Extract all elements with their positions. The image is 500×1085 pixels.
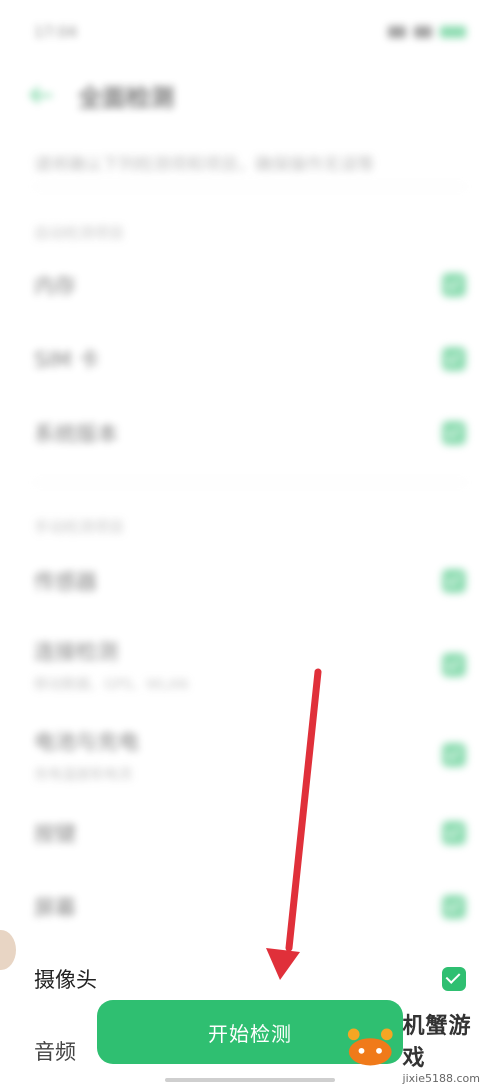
checkbox-icon[interactable] — [442, 569, 466, 593]
watermark: 机蟹游戏 jixie5188.com — [344, 1014, 492, 1085]
section-label-auto: 自动检测项目 — [34, 224, 125, 242]
status-icons — [388, 26, 466, 38]
list-item-camera[interactable]: 摄像头 — [34, 964, 466, 994]
checkbox-icon[interactable] — [442, 967, 466, 991]
list-item[interactable]: 连接检测 移动数据、GPS、WLAN — [34, 636, 466, 694]
list-item[interactable]: 电池与充电 充电温度和电流 — [34, 726, 466, 784]
item-label: 传感器 — [34, 570, 97, 594]
checkbox-icon[interactable] — [442, 653, 466, 677]
floating-avatar[interactable] — [0, 930, 16, 970]
watermark-title: 机蟹游戏 — [402, 1013, 472, 1071]
item-label: 电池与充电 — [34, 730, 139, 754]
battery-icon — [440, 26, 466, 38]
checkbox-icon[interactable] — [442, 743, 466, 767]
status-time: 17:04 — [34, 23, 78, 41]
audio-label: 音频 — [34, 1040, 76, 1064]
item-label: 按键 — [34, 822, 76, 846]
page-title: 全面检测 — [78, 83, 174, 112]
back-arrow-icon[interactable] — [34, 93, 52, 97]
item-label: 内存 — [34, 274, 76, 298]
description: 请将确认下列检测项和项目，确保操作无误等 — [34, 155, 374, 175]
checkbox-icon[interactable] — [442, 347, 466, 371]
item-label: 系统版本 — [34, 422, 118, 446]
list-item[interactable]: SIM 卡 — [34, 344, 466, 374]
item-label: 屏幕 — [34, 896, 76, 920]
watermark-url: jixie5188.com — [402, 1071, 480, 1085]
item-sublabel: 充电温度和电流 — [34, 767, 132, 783]
divider — [34, 482, 466, 483]
item-label: 连接检测 — [34, 640, 118, 664]
header: 全面检测 — [34, 80, 174, 112]
crab-logo-icon — [347, 1028, 393, 1066]
checkbox-icon[interactable] — [442, 821, 466, 845]
wifi-icon — [414, 26, 432, 38]
list-item[interactable]: 内存 — [34, 270, 466, 300]
list-item[interactable]: 按键 — [34, 818, 466, 848]
camera-label: 摄像头 — [34, 968, 97, 992]
checkbox-icon[interactable] — [442, 895, 466, 919]
section-label-manual: 手动检测项目 — [34, 518, 125, 536]
checkbox-icon[interactable] — [442, 421, 466, 445]
checkbox-icon[interactable] — [442, 273, 466, 297]
list-item[interactable]: 屏幕 — [34, 892, 466, 922]
list-item[interactable]: 系统版本 — [34, 418, 466, 448]
signal-icon — [388, 26, 406, 38]
item-sublabel: 移动数据、GPS、WLAN — [34, 677, 189, 693]
item-label: SIM 卡 — [34, 348, 100, 372]
status-bar: 17:04 — [34, 18, 466, 46]
list-item[interactable]: 传感器 — [34, 566, 466, 596]
home-indicator[interactable] — [165, 1078, 335, 1082]
divider — [34, 186, 466, 187]
